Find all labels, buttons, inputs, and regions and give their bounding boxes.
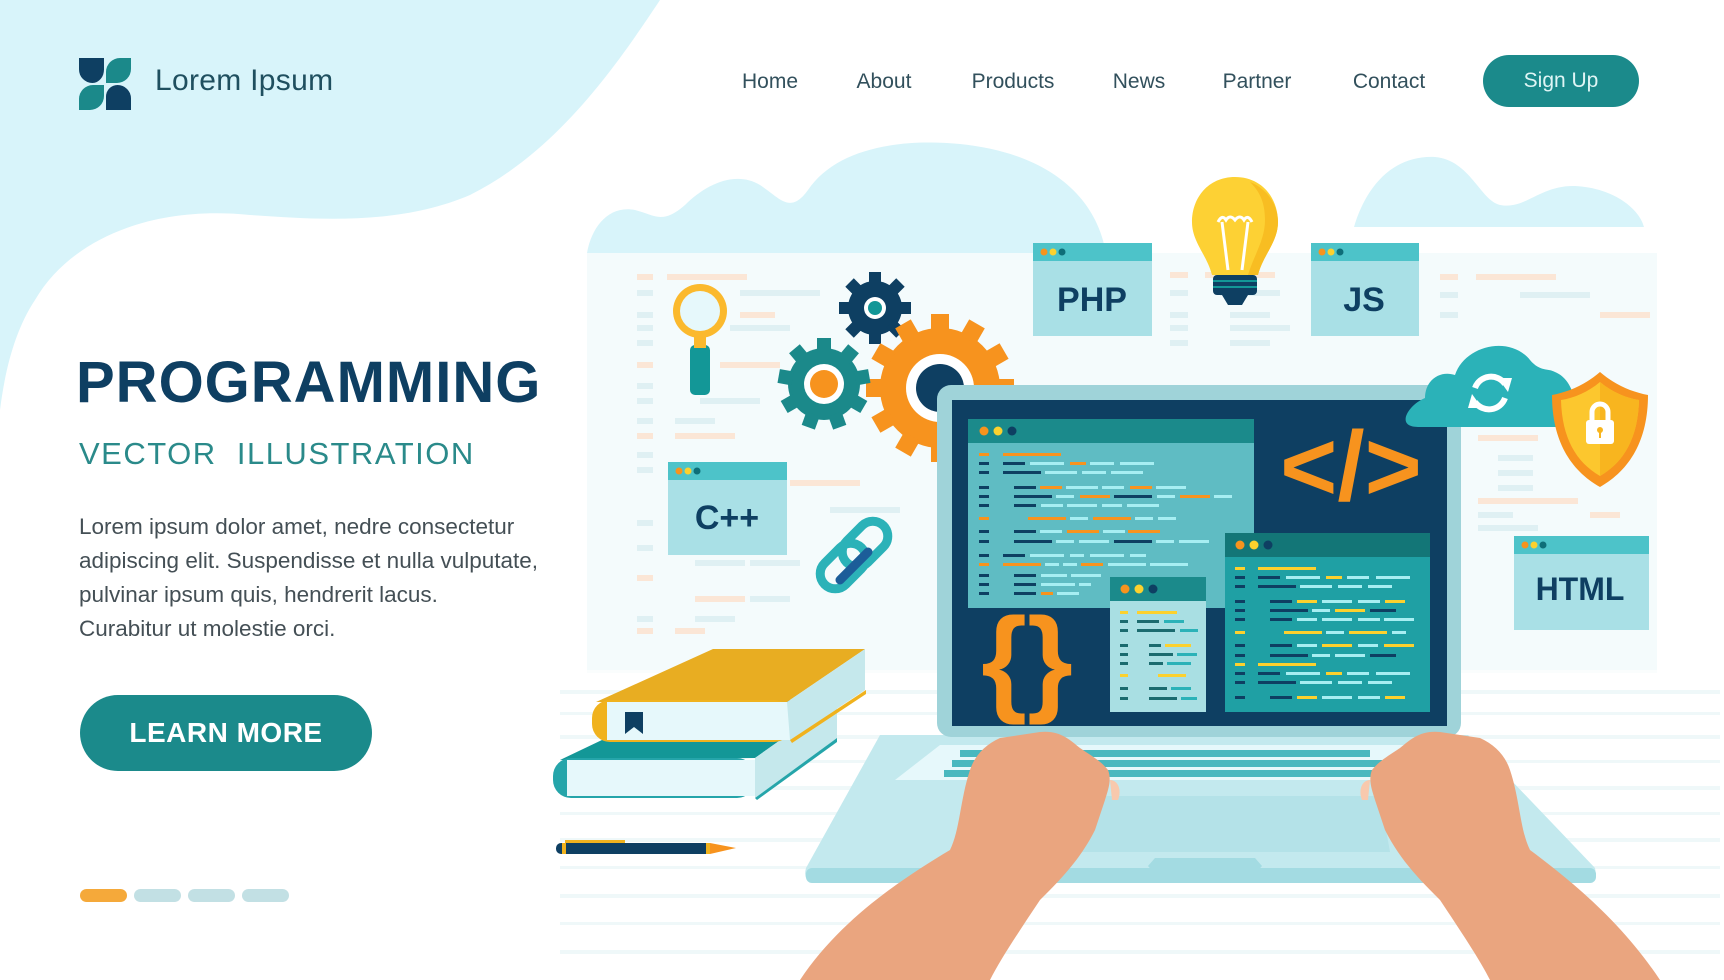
background-cloud-right bbox=[1354, 156, 1644, 227]
logo-leaf bbox=[106, 58, 131, 83]
hero-description: Lorem ipsum dolor amet, nedre consectetu… bbox=[79, 510, 599, 646]
page-title: PROGRAMMING bbox=[76, 350, 542, 415]
code-tag-symbol: </> bbox=[1280, 411, 1422, 521]
site-header: Lorem Ipsum Home About Products News Par… bbox=[0, 0, 1724, 160]
js-label: JS bbox=[1343, 281, 1385, 319]
nav-products[interactable]: Products bbox=[972, 70, 1055, 94]
description-line: Curabitur ut molestie orci. bbox=[79, 616, 336, 641]
description-line: Lorem ipsum dolor amet, nedre consectetu… bbox=[79, 514, 515, 539]
nav-partner[interactable]: Partner bbox=[1223, 70, 1292, 94]
html-window: HTML bbox=[1514, 536, 1649, 630]
pagination-dot[interactable] bbox=[80, 889, 127, 902]
nav-about[interactable]: About bbox=[857, 70, 912, 94]
braces-symbol: {} bbox=[981, 594, 1073, 726]
logo-leaf bbox=[79, 58, 104, 83]
description-line: pulvinar ipsum quis, hendrerit lacus. bbox=[79, 582, 438, 607]
pagination-dot[interactable] bbox=[188, 889, 235, 902]
nav-home[interactable]: Home bbox=[742, 70, 798, 94]
php-label: PHP bbox=[1057, 281, 1127, 319]
cpp-window: C++ bbox=[668, 462, 787, 555]
logo-leaf bbox=[79, 85, 104, 110]
pagination-dot[interactable] bbox=[134, 889, 181, 902]
nav-contact[interactable]: Contact bbox=[1353, 70, 1425, 94]
cpp-label: C++ bbox=[695, 499, 759, 537]
description-line: adipiscing elit. Suspendisse et nulla vu… bbox=[79, 548, 539, 573]
four-leaf-logo-icon[interactable] bbox=[79, 58, 131, 110]
php-window: PHP bbox=[1033, 243, 1152, 336]
sign-up-button[interactable]: Sign Up bbox=[1483, 55, 1639, 107]
slider-pagination bbox=[80, 889, 289, 902]
page-subtitle: VECTOR ILLUSTRATION bbox=[79, 436, 475, 471]
learn-more-button[interactable]: LEARN MORE bbox=[80, 695, 372, 771]
logo-leaf bbox=[106, 85, 131, 110]
js-window: JS bbox=[1311, 243, 1419, 336]
html-label: HTML bbox=[1536, 571, 1625, 607]
pagination-dot[interactable] bbox=[242, 889, 289, 902]
nav-news[interactable]: News bbox=[1113, 70, 1166, 94]
brand-name[interactable]: Lorem Ipsum bbox=[155, 64, 333, 98]
